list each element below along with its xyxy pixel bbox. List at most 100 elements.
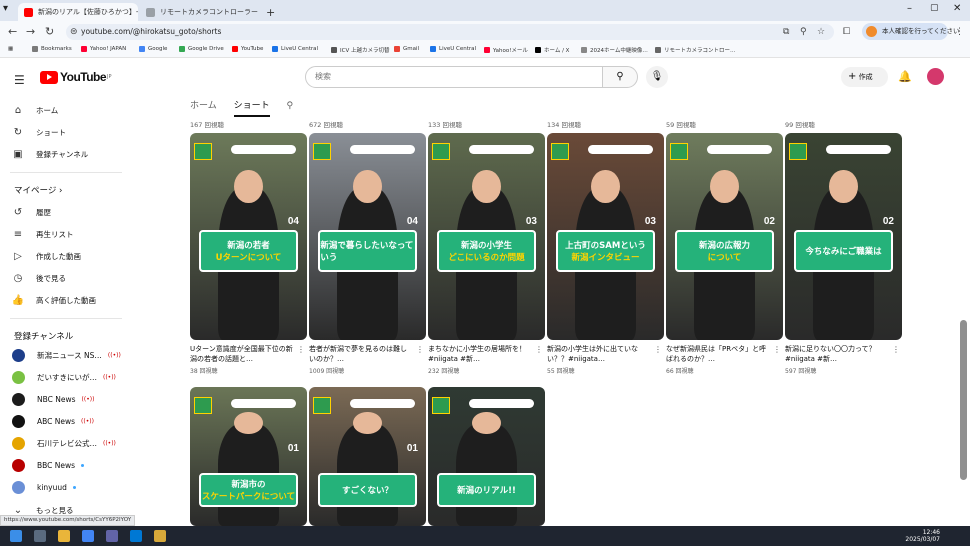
subscription-item[interactable]: ABC News ((•))	[0, 410, 128, 432]
subscription-item[interactable]: kinyuud	[0, 476, 128, 498]
account-avatar[interactable]	[927, 68, 944, 85]
youtube-logo[interactable]: YouTube JP	[40, 70, 112, 84]
sidebar-item-your-videos[interactable]: ▷ 作成した動画	[0, 245, 128, 267]
url-field[interactable]: youtube.com/@hirokatsu_goto/shorts	[66, 24, 834, 40]
screenshot-icon[interactable]: ⧉	[783, 27, 789, 37]
more-actions-icon[interactable]: ⋮	[892, 346, 900, 354]
subscription-item[interactable]: BBC News	[0, 454, 128, 476]
sidebar-item-home[interactable]: ⌂ ホーム	[0, 99, 128, 121]
bookmark-item[interactable]: Google Drive	[179, 46, 224, 52]
minimize-icon[interactable]: –	[907, 3, 912, 14]
maximize-icon[interactable]: ▢	[930, 3, 939, 13]
short-thumbnail[interactable]: 01 新潟市の スケートパークについて	[190, 387, 307, 526]
tab-search-icon[interactable]: ▾	[3, 3, 8, 14]
more-actions-icon[interactable]: ⋮	[297, 346, 305, 354]
channel-name: BBC News	[37, 460, 76, 470]
short-thumbnail[interactable]: 03 上古町のSAMという 新潟インタビュー	[547, 133, 664, 340]
short-thumbnail[interactable]: 03 新潟の小学生 どこにいるのか問題	[428, 133, 545, 340]
bookmark-item[interactable]: Yahoo! JAPAN	[81, 46, 126, 52]
clock[interactable]: 12:46 2025/03/07	[900, 529, 940, 543]
zoom-icon[interactable]: ⚲	[800, 27, 807, 37]
short-title[interactable]: 若者が新潟で夢を見るのは難しいのか？…	[309, 344, 413, 364]
forward-icon[interactable]: →	[26, 25, 35, 38]
liked-icon: 👍	[11, 294, 25, 306]
reload-icon[interactable]: ↻	[45, 25, 54, 38]
short-thumbnail[interactable]: 02 新潟の広報力 について	[666, 133, 783, 340]
playlist-icon: ≡	[13, 228, 23, 240]
more-actions-icon[interactable]: ⋮	[535, 346, 543, 354]
sidebar-item-watch-later[interactable]: ◷ 後で見る	[0, 267, 128, 289]
voice-search-button[interactable]: 🎙	[646, 66, 668, 88]
bookmark-item[interactable]: Gmail	[394, 46, 419, 52]
chrome-icon[interactable]	[82, 530, 94, 542]
page-scrollbar[interactable]	[960, 320, 967, 480]
subscription-item[interactable]: だいすきにいが… ((•))	[0, 366, 128, 388]
window-close-icon[interactable]: ✕	[953, 3, 961, 14]
profile-button[interactable]: 本人確認を行ってください	[862, 23, 959, 40]
short-thumbnail[interactable]: 新潟のリアル!!	[428, 387, 545, 526]
sidebar-item-history[interactable]: ↺ 履歴	[0, 201, 128, 223]
short-thumbnail[interactable]: 04 新潟の若者 Uターンについて	[190, 133, 307, 340]
short-title[interactable]: まちなかに小学生の居場所を！ #niigata #新…	[428, 344, 532, 364]
bookmark-item[interactable]: 2024ホーム中継映像…	[581, 46, 648, 54]
sidebar-item-liked-videos[interactable]: 👍 高く評価した動画	[0, 289, 128, 311]
bookmark-item[interactable]: ICV 上越カメラ切替	[331, 46, 389, 54]
caption-line-2: について	[707, 252, 742, 263]
bookmark-star-icon[interactable]: ☆	[817, 27, 825, 37]
bookmark-item[interactable]: Google	[139, 46, 167, 52]
sidebar-item-playlists[interactable]: ≡ 再生リスト	[0, 223, 128, 245]
file-explorer-icon[interactable]	[58, 530, 70, 542]
search-taskbar-icon[interactable]	[34, 530, 46, 542]
back-icon[interactable]: ←	[8, 25, 17, 38]
caption-box: 今ちなみにご職業は	[794, 230, 893, 272]
more-actions-icon[interactable]: ⋮	[773, 346, 781, 354]
sidebar-item-shorts[interactable]: ↻ ショート	[0, 121, 128, 143]
live-icon: ((•))	[103, 439, 116, 447]
tab-shorts[interactable]: ショート	[233, 101, 270, 117]
x-icon	[535, 47, 541, 53]
app-icon[interactable]	[154, 530, 166, 542]
tab-home[interactable]: ホーム	[190, 101, 217, 111]
bookmark-item[interactable]: YouTube	[232, 46, 263, 52]
bookmark-item[interactable]: LiveU Central	[272, 46, 318, 52]
more-actions-icon[interactable]: ⋮	[416, 346, 424, 354]
bookmark-item[interactable]: Yahoo!メール	[484, 46, 528, 54]
bookmark-item[interactable]: LiveU Central	[430, 46, 476, 52]
start-icon[interactable]	[10, 530, 22, 542]
search-input[interactable]: 検索	[305, 66, 603, 88]
outlook-icon[interactable]	[130, 530, 142, 542]
sidebar-item-subscriptions[interactable]: ▣ 登録チャンネル	[0, 143, 128, 165]
bookmark-item[interactable]: Bookmarks	[32, 46, 72, 52]
browser-tab-active[interactable]: 新潟のリアル【佐藤ひろかつ】- YouTube ✕	[18, 3, 138, 21]
subscription-item[interactable]: NBC News ((•))	[0, 388, 128, 410]
short-title[interactable]: 新潟の小学生は外に出ていない？？#niigata…	[547, 344, 651, 364]
apps-icon[interactable]: ▦	[8, 46, 13, 52]
teams-icon[interactable]	[106, 530, 118, 542]
subscriptions-heading: 登録チャンネル	[14, 332, 74, 342]
short-thumbnail[interactable]: 01 すごくない？	[309, 387, 426, 526]
site-info-icon[interactable]: ⊜	[70, 27, 78, 37]
more-actions-icon[interactable]: ⋮	[654, 346, 662, 354]
short-title[interactable]: Uターン意識度が全国最下位の新潟の若者の話題と…	[190, 344, 294, 364]
short-title[interactable]: 新潟に足りない〇〇力って？ #niigata #新…	[785, 344, 889, 364]
create-button[interactable]: + 作成	[841, 67, 888, 87]
bookmark-item[interactable]: ホーム / X	[535, 46, 569, 54]
short-thumbnail[interactable]: 04 新潟で暮らしたいなっていう	[309, 133, 426, 340]
new-content-dot	[72, 485, 76, 489]
subscription-item[interactable]: 石川テレビ公式… ((•))	[0, 432, 128, 454]
hamburger-menu-icon[interactable]: ☰	[14, 73, 25, 87]
browser-tab[interactable]: リモートカメラコントローラー RC-IP100 ✕	[140, 3, 260, 21]
mypage-heading[interactable]: マイページ ›	[14, 184, 62, 196]
short-thumbnail[interactable]: 02 今ちなみにご職業は	[785, 133, 902, 340]
extensions-icon[interactable]: ⧠	[843, 27, 850, 37]
new-tab-button[interactable]: +	[260, 3, 276, 21]
browser-menu-icon[interactable]: ⋮	[955, 27, 964, 37]
channel-search-icon[interactable]: ⚲	[287, 101, 294, 111]
search-button[interactable]: ⚲	[602, 66, 638, 88]
notifications-bell-icon[interactable]: 🔔	[898, 70, 912, 83]
browser-tab-bar: 新潟のリアル【佐藤ひろかつ】- YouTube ✕ リモートカメラコントローラー…	[0, 0, 970, 21]
subscription-item[interactable]: 新潟ニュース NS… ((•))	[0, 344, 128, 366]
niigata-real-badge-icon	[313, 143, 331, 160]
short-title[interactable]: なぜ新潟県民は「PRベタ」と呼ばれるのか？…	[666, 344, 770, 364]
bookmark-item[interactable]: リモートカメラコントロー…	[655, 46, 736, 54]
